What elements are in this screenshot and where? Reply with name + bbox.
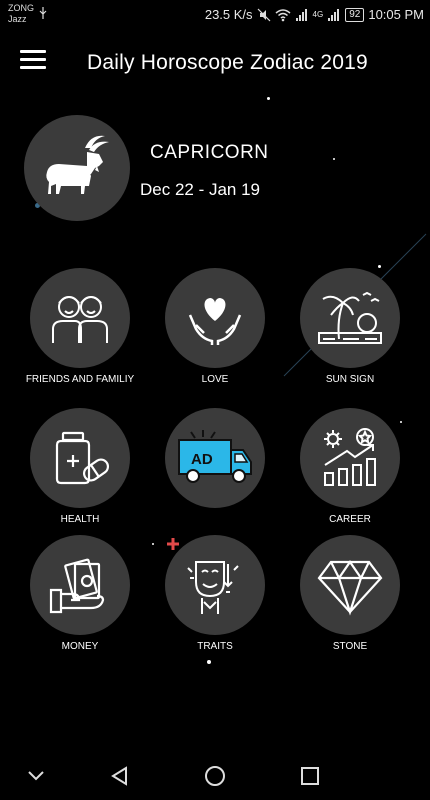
status-indicators: 23.5 K/s 4G 92 10:05 PM [205,7,424,22]
network-speed: 23.5 K/s [204,7,253,22]
tile-label: TRAITS [197,641,233,652]
system-nav-bar [0,752,430,800]
network-type: 4G [312,10,324,19]
tile-circle[interactable] [300,408,400,508]
app-title: Daily Horoscope Zodiac 2019 [87,51,368,74]
tile-label: CAREER [329,514,371,525]
tile-circle[interactable]: AD [165,408,265,508]
tile-career[interactable]: CAREER [290,408,410,526]
tile-sun-sign[interactable]: SUN SIGN [290,268,410,386]
tile-circle[interactable] [30,535,130,635]
diamond-icon [317,560,383,616]
career-growth-icon [324,428,376,486]
carrier-label: ZONG Jazz [8,3,34,24]
home-circle-icon[interactable] [201,762,229,790]
tile-stone[interactable]: STONE [290,535,410,653]
tile-traits[interactable]: TRAITS [155,535,275,653]
tile-circle[interactable] [300,268,400,368]
star-decoration [152,543,154,545]
tile-circle[interactable] [30,268,130,368]
tile-circle[interactable] [30,408,130,508]
chevron-down-icon[interactable] [22,762,50,790]
tile-circle[interactable] [300,535,400,635]
tile-circle[interactable] [165,268,265,368]
tile-label: STONE [332,641,368,652]
tile-love[interactable]: LOVE [155,268,275,386]
app-bar: Daily Horoscope Zodiac 2019 [0,40,430,86]
clock: 10:05 PM [368,7,424,22]
status-bar: ZONG Jazz 23.5 K/s 4G 92 10:05 PM [0,0,430,30]
battery-indicator: 92 [345,7,365,22]
beach-icon [318,291,382,344]
mute-icon [257,8,270,21]
star-decoration [207,660,211,664]
wifi-icon [275,8,291,21]
signal-icon [295,8,307,21]
ad-truck-icon: AD [178,430,252,483]
signal-icon [328,8,340,21]
hamburger-menu-icon[interactable] [20,50,46,72]
tile-label: LOVE [201,374,229,385]
money-hand-icon [49,558,105,614]
tile-health[interactable]: HEALTH [20,408,140,526]
friends-icon [52,296,108,343]
usb-icon [39,7,47,19]
sign-avatar [24,115,130,221]
tile-ad[interactable]: AD [155,408,275,513]
tile-label: FRIENDS AND FAMILIY [25,374,135,385]
tile-money[interactable]: MONEY [20,535,140,653]
sign-name: CAPRICORN [150,142,269,163]
heart-hands-icon [188,298,242,345]
sign-dates: Dec 22 - Jan 19 [140,180,261,199]
tile-label: HEALTH [60,514,100,525]
star-decoration [267,97,270,100]
tile-label: MONEY [61,641,99,652]
ad-badge: AD [191,451,213,468]
medicine-icon [55,431,110,485]
tile-friends-and-family[interactable]: FRIENDS AND FAMILIY [20,268,140,386]
star-decoration [333,158,335,160]
recents-square-icon[interactable] [296,762,324,790]
back-triangle-icon[interactable] [106,762,134,790]
goat-icon [46,135,109,194]
masks-icon [187,561,239,614]
tile-circle[interactable] [165,535,265,635]
tile-label: SUN SIGN [325,374,375,385]
